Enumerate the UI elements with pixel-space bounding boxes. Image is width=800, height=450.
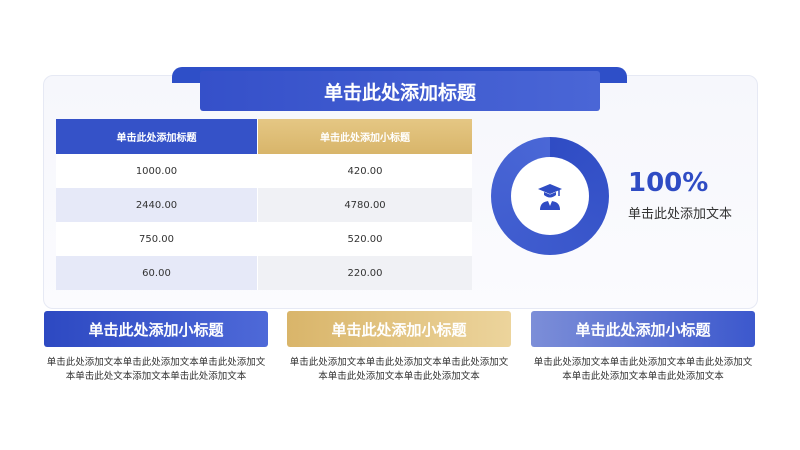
table-cell: 220.00 [258,256,472,290]
table-row: 750.00 520.00 [56,222,472,256]
table-row: 60.00 220.00 [56,256,472,290]
table-row: 1000.00 420.00 [56,154,472,188]
card-text-1: 单击此处添加文本单击此处添加文本单击此处添加文本单击此处文本添加文本单击此处添加… [46,357,266,382]
table-cell: 420.00 [258,154,472,188]
card-text-2: 单击此处添加文本单击此处添加文本单击此处添加文本单击此处添加文本单击此处添加文本 [289,357,509,382]
card-title-1: 单击此处添加小标题 [44,311,268,347]
stat-caption: 单击此处添加文本 [628,207,733,222]
table-cell: 4780.00 [258,188,472,222]
table-cell: 2440.00 [56,188,258,222]
card-title-3: 单击此处添加小标题 [531,311,755,347]
page-title: 单击此处添加标题 [200,71,600,111]
graduate-icon [538,184,562,210]
progress-ring-center [511,157,589,235]
data-table: 单击此处添加标题 单击此处添加小标题 1000.00 420.00 2440.0… [56,119,472,290]
table-row: 2440.00 4780.00 [56,188,472,222]
card-text-3: 单击此处添加文本单击此处添加文本单击此处添加文本单击此处添加文本单击此处添加文本 [533,357,753,382]
table-cell: 750.00 [56,222,258,256]
table-cell: 60.00 [56,256,258,290]
table-cell: 520.00 [258,222,472,256]
table-header-row: 单击此处添加标题 单击此处添加小标题 [56,119,472,154]
table-header-col-2: 单击此处添加小标题 [258,119,472,154]
progress-ring [491,137,609,255]
table-header-col-1: 单击此处添加标题 [56,119,258,154]
stat-value: 100% [628,168,709,198]
card-title-2: 单击此处添加小标题 [287,311,511,347]
table-cell: 1000.00 [56,154,258,188]
